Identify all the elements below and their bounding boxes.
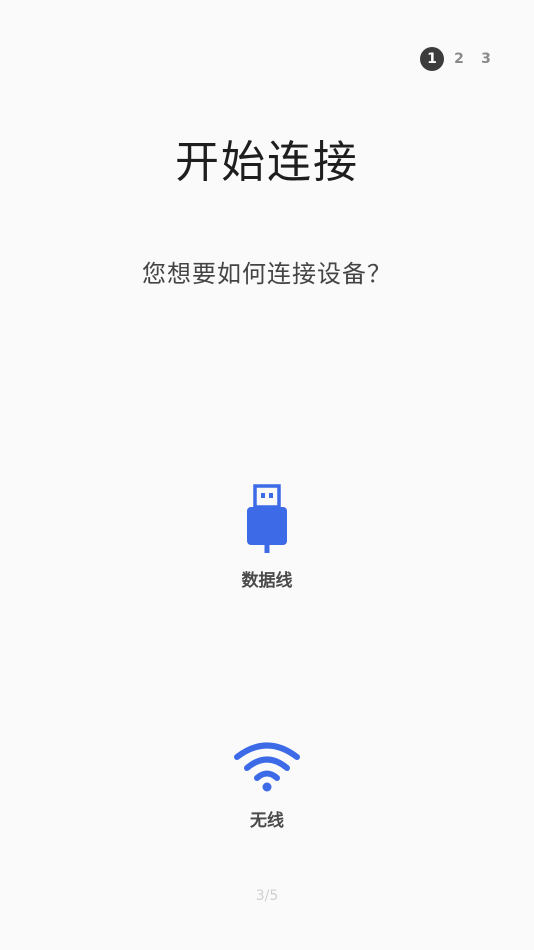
cable-option-button[interactable]: 数据线: [167, 484, 367, 591]
wifi-icon: [233, 738, 301, 796]
step-3: 3: [481, 51, 491, 67]
step-2: 2: [454, 51, 464, 67]
step-1: 1: [420, 47, 444, 71]
usb-cable-icon: [245, 484, 289, 558]
page-subtitle: 您想要如何连接设备？: [142, 260, 392, 288]
cable-option-label: 数据线: [241, 571, 293, 591]
page-indicator: 3/5: [255, 888, 279, 904]
page-title: 开始连接: [175, 137, 359, 188]
wireless-option-button[interactable]: 无线: [167, 738, 367, 831]
step-indicator: 1 2 3: [420, 47, 498, 71]
connect-screen: 1 2 3 开始连接 您想要如何连接设备？ 数据线 无线 3/5: [0, 0, 534, 950]
wireless-option-label: 无线: [250, 811, 284, 831]
